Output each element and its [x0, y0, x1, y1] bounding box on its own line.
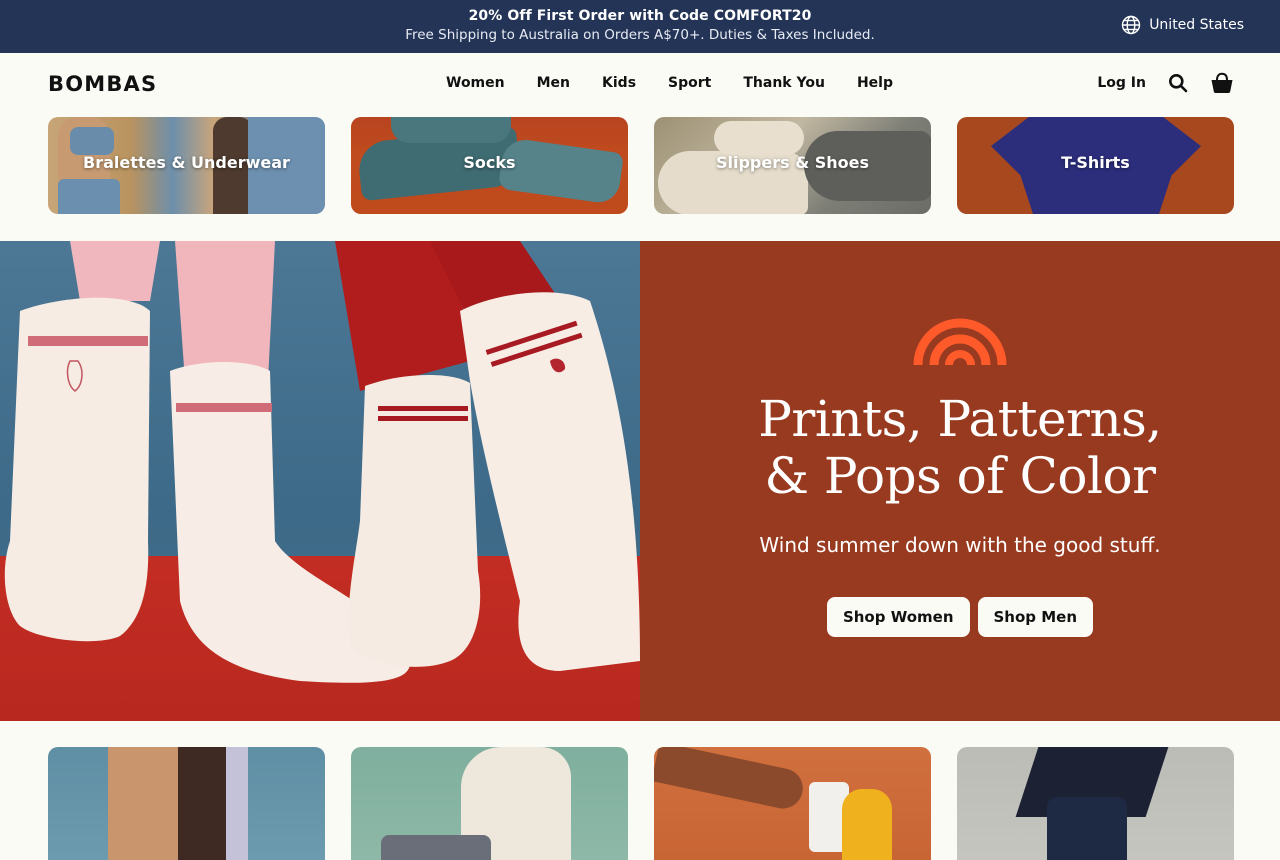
hero-subtitle: Wind summer down with the good stuff.: [759, 533, 1161, 557]
main-nav: Women Men Kids Sport Thank You Help: [446, 75, 893, 91]
hero-panel: Prints, Patterns, & Pops of Color Wind s…: [640, 241, 1280, 721]
cart-icon[interactable]: [1210, 72, 1234, 94]
hero-banner: Prints, Patterns, & Pops of Color Wind s…: [0, 241, 1280, 721]
product-tile-legs-tall-socks[interactable]: [48, 747, 325, 860]
category-tile-socks[interactable]: Socks: [351, 117, 628, 214]
search-icon[interactable]: [1168, 73, 1188, 93]
slipper-shape-2: [714, 121, 804, 155]
rainbow-icon: [913, 318, 1007, 365]
nav-item-help[interactable]: Help: [857, 75, 893, 91]
bralette-shape: [70, 127, 114, 155]
category-label: T-Shirts: [1061, 153, 1130, 172]
shop-men-button[interactable]: Shop Men: [977, 597, 1094, 637]
promo-bar: 20% Off First Order with Code COMFORT20 …: [0, 0, 1280, 53]
product-row: [48, 747, 1234, 860]
hero-button-group: Shop Women Shop Men: [640, 597, 1280, 637]
shoe-shape: [842, 789, 892, 860]
sock-shape: [226, 747, 248, 860]
product-tile-runner-shoe[interactable]: [654, 747, 931, 860]
product-tile-navy-sock[interactable]: [957, 747, 1234, 860]
category-tile-bralettes[interactable]: Bralettes & Underwear: [48, 117, 325, 214]
shop-women-button[interactable]: Shop Women: [826, 597, 970, 637]
category-label: Slippers & Shoes: [715, 153, 870, 172]
category-tile-slippers[interactable]: Slippers & Shoes: [654, 117, 931, 214]
product-tile-person-sitting[interactable]: [351, 747, 628, 860]
leg-shape: [108, 747, 178, 860]
site-header: BOMBAS Women Men Kids Sport Thank You He…: [0, 53, 1280, 115]
category-tile-tshirts[interactable]: T-Shirts: [957, 117, 1234, 214]
leg-shape-2: [178, 747, 226, 860]
hero-title-line2: & Pops of Color: [764, 447, 1156, 505]
nav-item-kids[interactable]: Kids: [602, 75, 636, 91]
hero-title: Prints, Patterns, & Pops of Color: [640, 391, 1280, 505]
category-row: Bralettes & Underwear Socks Slippers & S…: [48, 117, 1234, 214]
promo-shipping-text: Free Shipping to Australia on Orders A$7…: [405, 27, 875, 43]
bombas-logo[interactable]: BOMBAS: [48, 72, 157, 96]
nav-item-men[interactable]: Men: [537, 75, 570, 91]
seat-shape: [381, 835, 491, 860]
region-selector[interactable]: United States: [1121, 15, 1244, 35]
category-label: Socks: [463, 153, 516, 172]
region-label: United States: [1149, 17, 1244, 33]
hero-title-line1: Prints, Patterns,: [758, 390, 1162, 448]
sock-shape: [1047, 797, 1127, 860]
globe-icon: [1121, 15, 1141, 35]
hero-image: [0, 241, 640, 721]
leg-shape: [654, 747, 807, 813]
sock-shape-3: [391, 117, 511, 143]
nav-item-women[interactable]: Women: [446, 75, 505, 91]
nav-item-thank-you[interactable]: Thank You: [743, 75, 825, 91]
promo-headline: 20% Off First Order with Code COMFORT20: [468, 8, 812, 24]
header-actions: Log In: [1097, 72, 1234, 94]
hero-socks-illustration: [4, 241, 640, 683]
underwear-shape: [58, 179, 120, 214]
category-label: Bralettes & Underwear: [83, 153, 290, 172]
login-link[interactable]: Log In: [1097, 75, 1146, 91]
nav-item-sport[interactable]: Sport: [668, 75, 711, 91]
